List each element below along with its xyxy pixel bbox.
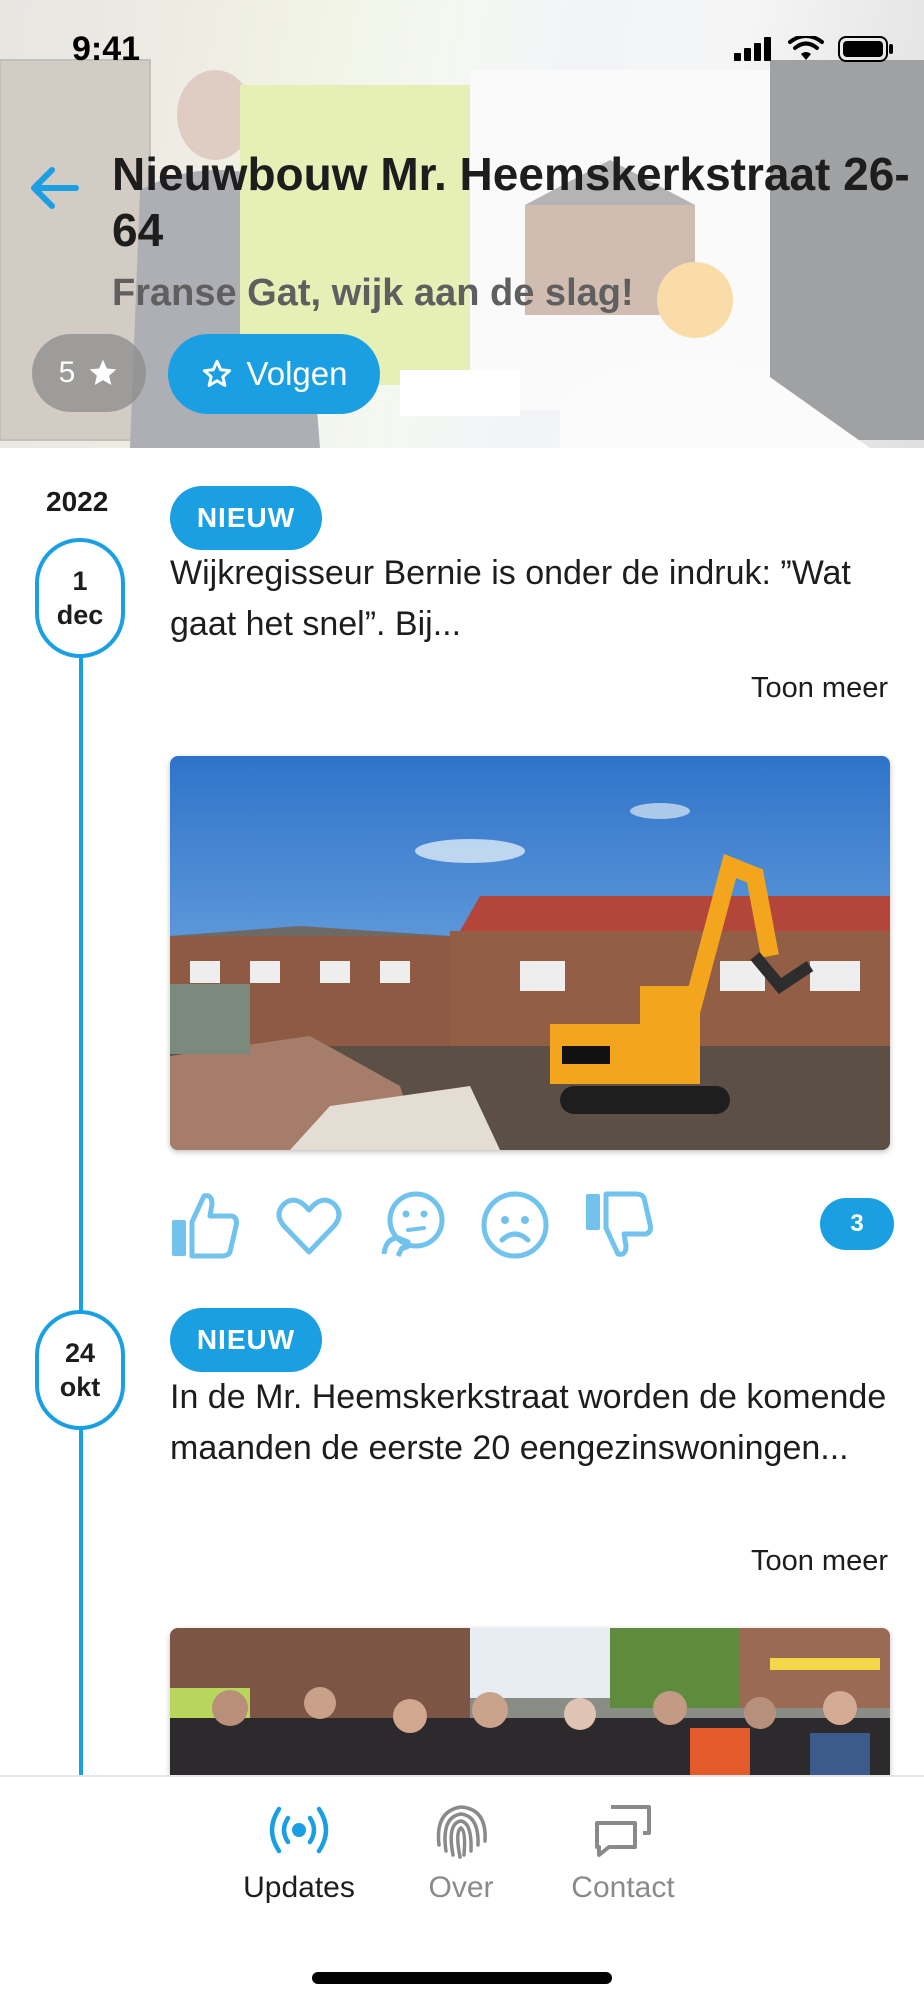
back-button[interactable] [26, 158, 86, 218]
post-month: dec [56, 600, 104, 630]
page-subtitle: Franse Gat, wijk aan de slag! [112, 272, 634, 314]
post-text[interactable]: In de Mr. Heemskerkstraat worden de kome… [170, 1372, 890, 1474]
tab-label: Contact [571, 1871, 675, 1904]
post-day: 24 [64, 1338, 96, 1368]
follow-label: Volgen [246, 355, 348, 392]
project-header: 9:41 Nieuwbouw Mr. Heemskerkstraat 26-64… [0, 0, 924, 448]
show-more-link[interactable]: Toon meer [751, 1545, 888, 1578]
comments-count-badge[interactable]: 3 [820, 1198, 894, 1250]
thumbs-down-icon [586, 1191, 653, 1257]
post-day: 1 [72, 566, 88, 596]
post-image[interactable] [170, 1628, 890, 1775]
home-indicator [312, 1972, 612, 1984]
sad-reaction[interactable] [478, 1188, 552, 1262]
thumbs-up-icon [172, 1193, 239, 1259]
status-time: 9:41 [72, 30, 141, 68]
post-image[interactable] [170, 756, 890, 1150]
page-title: Nieuwbouw Mr. Heemskerkstraat 26-64 [112, 148, 910, 256]
thinking-face-icon [381, 1191, 445, 1258]
bottom-tab-bar: Updates Over Contact [0, 1775, 924, 2000]
reactions-bar: 3 [168, 1188, 894, 1268]
sad-face-icon [481, 1191, 549, 1259]
cellular-signal-icon [734, 37, 771, 61]
timeline-line [79, 655, 83, 1775]
heart-icon [276, 1197, 342, 1255]
post-month: okt [59, 1372, 101, 1402]
like-reaction[interactable] [168, 1188, 242, 1262]
wifi-icon [788, 36, 824, 60]
tab-label: Updates [243, 1871, 355, 1904]
post-date-badge: 1 dec [35, 538, 125, 658]
tab-contact[interactable]: Contact [548, 1801, 698, 1905]
chat-icon [595, 1805, 651, 1857]
star-outline-icon [202, 359, 231, 387]
love-reaction[interactable] [272, 1188, 346, 1262]
post-date-badge: 24 okt [35, 1310, 125, 1430]
follow-button[interactable]: Volgen [168, 334, 380, 414]
post-text[interactable]: Wijkregisseur Bernie is onder de indruk:… [170, 548, 890, 650]
status-bar: 9:41 [0, 0, 924, 100]
broadcast-icon [269, 1806, 329, 1854]
tab-over[interactable]: Over [386, 1801, 536, 1905]
show-more-link[interactable]: Toon meer [751, 672, 888, 705]
followers-count-pill: 5 [32, 334, 146, 412]
arrow-left-icon [31, 167, 79, 209]
battery-icon [838, 36, 893, 62]
timeline-year: 2022 [46, 486, 109, 517]
fingerprint-icon [436, 1805, 487, 1859]
new-badge: NIEUW [170, 1308, 322, 1372]
tab-label: Over [428, 1871, 494, 1904]
star-filled-icon [90, 359, 117, 385]
new-badge: NIEUW [170, 486, 322, 550]
thinking-reaction[interactable] [376, 1188, 450, 1262]
dislike-reaction[interactable] [582, 1188, 656, 1262]
followers-count: 5 [58, 356, 76, 389]
crowd-photo [170, 1628, 890, 1775]
demolition-photo [170, 756, 890, 1150]
tab-updates[interactable]: Updates [224, 1801, 374, 1905]
